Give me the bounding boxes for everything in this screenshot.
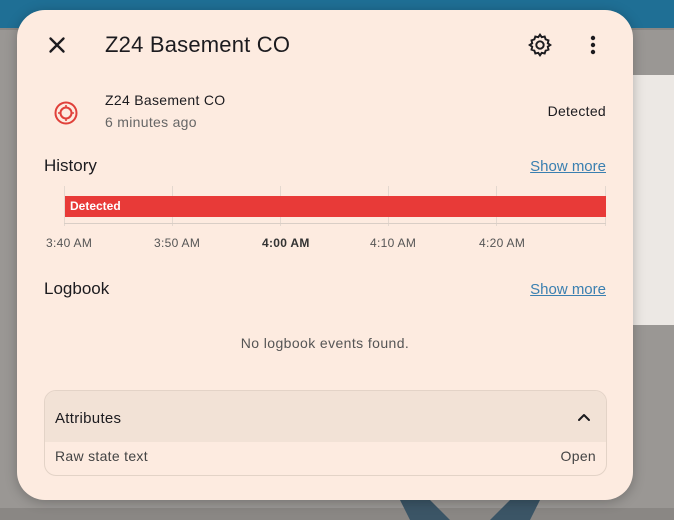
timeline-state-label: Detected	[70, 199, 121, 213]
history-heading: History	[44, 156, 97, 175]
timeline-state-bar[interactable]: Detected	[65, 196, 606, 217]
timeline-axis	[64, 223, 606, 224]
attributes-panel: Attributes Raw state text Open	[44, 390, 607, 476]
more-vertical-icon	[590, 35, 596, 55]
settings-button[interactable]	[527, 32, 553, 58]
smoke-detector-icon	[53, 100, 79, 126]
more-info-dialog: Z24 Basement CO Z24 Basement CO 6 minute…	[17, 10, 633, 500]
timeline-tick: 3:40 AM	[46, 236, 93, 250]
attributes-expander[interactable]: Attributes	[45, 391, 606, 442]
close-button[interactable]	[44, 32, 70, 58]
entity-state: Detected	[547, 103, 606, 119]
attribute-key: Raw state text	[55, 448, 148, 464]
history-timeline[interactable]: Detected	[64, 186, 606, 226]
timeline-tick: 4:00 AM	[262, 236, 310, 250]
timeline-tick: 4:20 AM	[479, 236, 526, 250]
entity-last-changed: 6 minutes ago	[105, 114, 197, 130]
attributes-heading: Attributes	[55, 410, 122, 427]
logbook-empty-message: No logbook events found.	[240, 335, 410, 351]
timeline-tick: 4:10 AM	[370, 236, 417, 250]
attribute-row: Raw state text Open	[45, 442, 606, 474]
logbook-heading: Logbook	[44, 279, 110, 298]
entity-name: Z24 Basement CO	[105, 92, 226, 108]
logbook-show-more-link[interactable]: Show more	[530, 281, 606, 298]
dialog-title: Z24 Basement CO	[105, 32, 291, 57]
timeline-tick: 3:50 AM	[154, 236, 201, 250]
history-show-more-link[interactable]: Show more	[530, 158, 606, 175]
chevron-up-icon	[578, 414, 590, 421]
close-icon	[49, 37, 65, 53]
attribute-value: Open	[560, 448, 596, 464]
overflow-menu-button[interactable]	[583, 32, 603, 58]
gear-icon	[528, 33, 552, 57]
